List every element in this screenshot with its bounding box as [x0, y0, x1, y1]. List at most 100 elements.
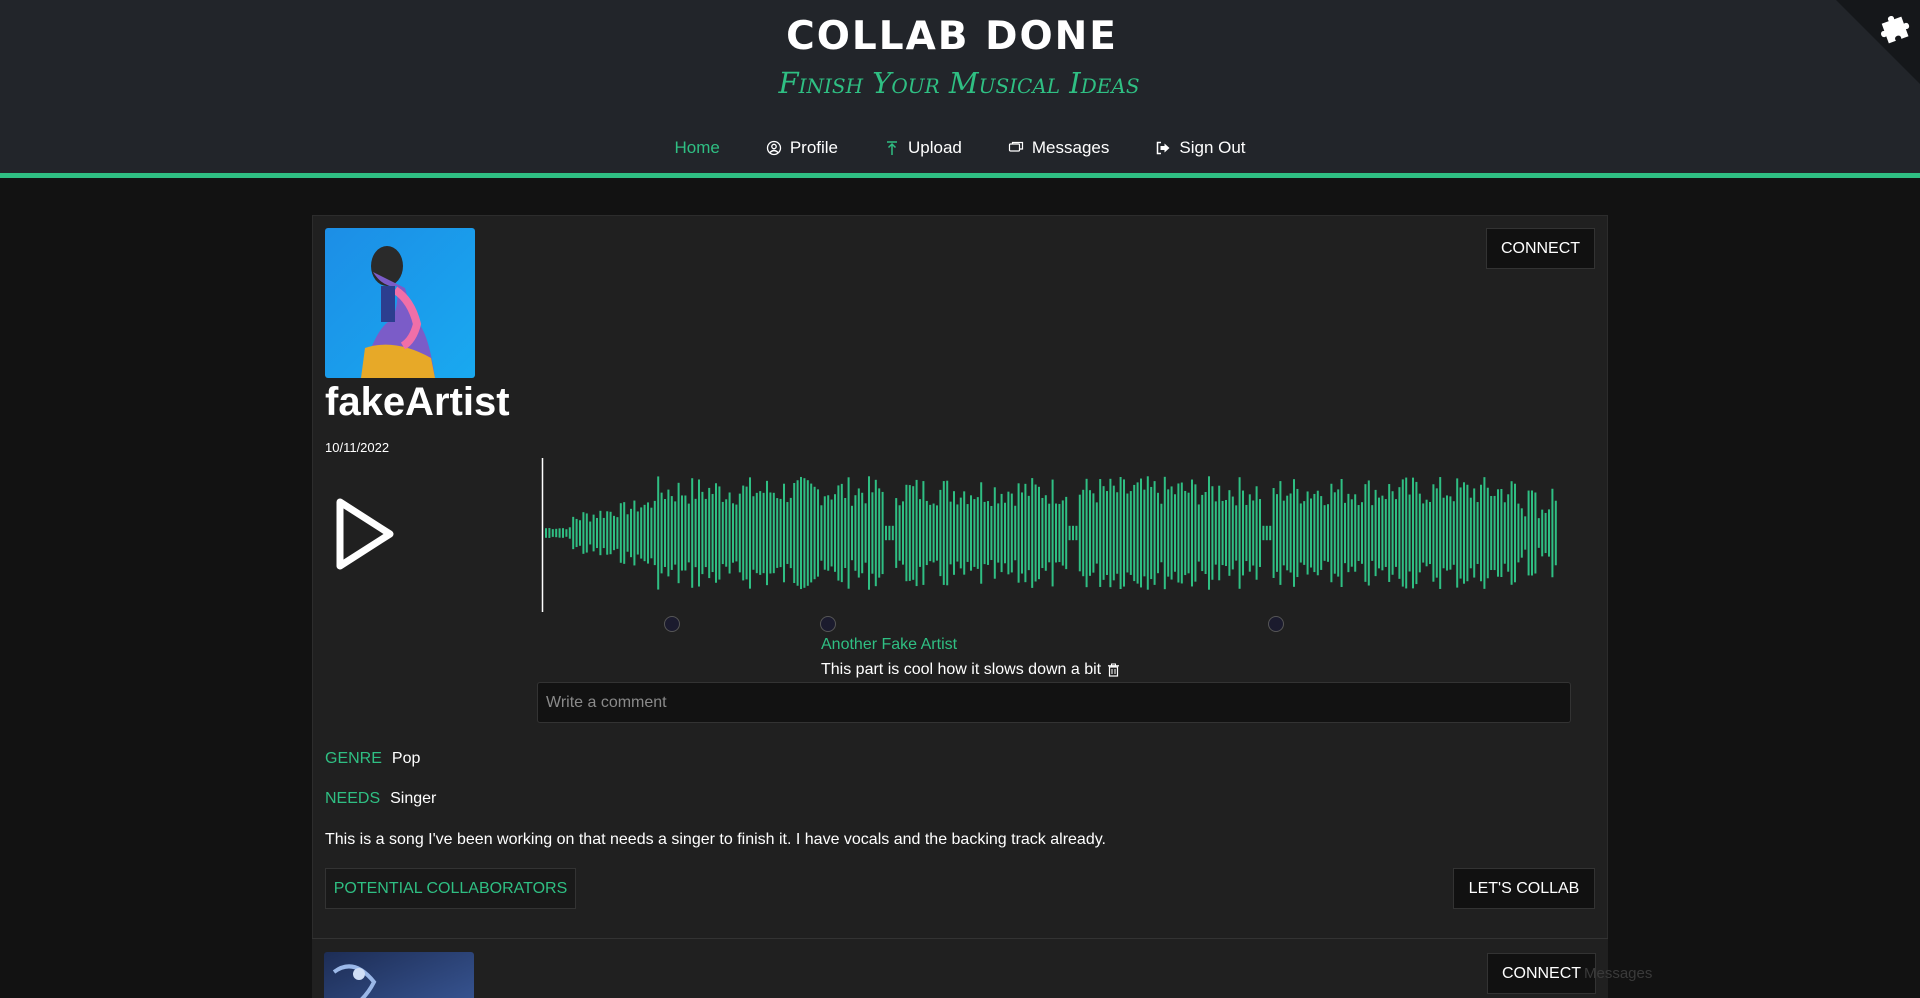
- waveform-bar: [1136, 482, 1139, 584]
- waveform-bar: [912, 486, 915, 580]
- waveform-bar: [1106, 491, 1108, 575]
- play-icon[interactable]: [335, 498, 395, 570]
- waveform-bar: [1055, 503, 1057, 563]
- post-date: 10/11/2022: [325, 440, 390, 455]
- waveform-bar: [653, 500, 656, 566]
- waveform-bar: [963, 491, 966, 575]
- waveform-bar: [1483, 477, 1486, 589]
- genre-row: GENRE Pop: [325, 750, 420, 768]
- waveform-bar: [1503, 502, 1506, 564]
- comment-marker[interactable]: [820, 616, 836, 632]
- waveform-bar: [1075, 525, 1078, 541]
- waveform-bar: [834, 494, 836, 572]
- waveform-bar: [650, 507, 653, 559]
- waveform-bar: [1289, 493, 1292, 573]
- waveform-bar: [1388, 484, 1391, 582]
- waveform-bar: [1510, 481, 1513, 585]
- waveform-bar: [878, 488, 881, 578]
- waveform-bar: [623, 502, 626, 564]
- waveform-bar: [1119, 476, 1122, 590]
- waveform-bar: [1361, 502, 1363, 564]
- waveform-bar: [1231, 496, 1234, 570]
- sign-out-icon: [1157, 141, 1170, 155]
- waveform-bar: [1507, 494, 1510, 572]
- waveform-bar: [579, 520, 581, 546]
- user-circle-icon: [766, 140, 781, 156]
- artist-avatar[interactable]: [324, 952, 474, 998]
- waveform-bar: [1180, 482, 1183, 584]
- waveform-bar: [939, 489, 942, 577]
- waveform-bar: [783, 483, 785, 583]
- waveform-bar: [1493, 495, 1496, 571]
- waveform-bar: [698, 479, 700, 587]
- lets-collab-button[interactable]: LET'S COLLAB: [1453, 868, 1595, 909]
- trash-icon[interactable]: [1107, 663, 1120, 677]
- waveform-bar: [949, 501, 952, 565]
- waveform-bar: [1272, 488, 1275, 578]
- nav-profile[interactable]: Profile: [766, 138, 838, 158]
- nav-home[interactable]: Home: [674, 138, 719, 158]
- connect-button[interactable]: CONNECT: [1486, 228, 1595, 269]
- waveform-bar: [1466, 484, 1469, 582]
- waveform-bar: [820, 505, 823, 561]
- comment-marker[interactable]: [1268, 616, 1284, 632]
- waveform-bar: [837, 485, 840, 581]
- waveform-bar: [548, 528, 551, 538]
- github-corner[interactable]: [1836, 0, 1920, 84]
- waveform-bar: [555, 528, 558, 538]
- waveform-bar: [959, 497, 962, 569]
- waveform-bar: [1248, 494, 1251, 572]
- waveform-bar: [759, 491, 762, 575]
- messages-drawer-tab[interactable]: Messages: [1584, 965, 1652, 982]
- artist-avatar[interactable]: [325, 228, 475, 378]
- waveform-bar: [647, 502, 649, 564]
- waveform-bar: [1153, 481, 1156, 585]
- waveform-bar: [613, 515, 615, 551]
- waveform-bar: [1418, 493, 1421, 573]
- nav-upload[interactable]: Upload: [884, 138, 962, 158]
- comment-author[interactable]: Another Fake Artist: [821, 636, 957, 654]
- waveform-bar: [885, 525, 887, 541]
- waveform-bar: [1554, 500, 1557, 566]
- nav-signout[interactable]: Sign Out: [1155, 138, 1246, 158]
- comment-input[interactable]: [537, 682, 1571, 723]
- waveform-bar: [1520, 508, 1523, 558]
- comment-text: This part is cool how it slows down a bi…: [821, 661, 1102, 678]
- waveform-bar: [1337, 489, 1340, 577]
- potential-collaborators-button[interactable]: POTENTIAL COLLABORATORS: [325, 868, 576, 909]
- waveform-bar: [1381, 495, 1384, 571]
- comment-marker[interactable]: [664, 616, 680, 632]
- audio-waveform[interactable]: [541, 458, 1561, 616]
- waveform-bar: [1395, 499, 1397, 567]
- waveform-bar: [1129, 491, 1132, 575]
- waveform-bar: [1425, 499, 1428, 567]
- waveform-bar: [1194, 484, 1197, 582]
- waveform-bar: [1354, 494, 1357, 572]
- waveform-bar: [1160, 503, 1163, 563]
- waveform-bar: [817, 489, 819, 577]
- genre-value: Pop: [391, 750, 421, 767]
- waveform-bar: [640, 507, 643, 559]
- waveform-bar: [704, 498, 707, 568]
- waveform-bar: [1286, 495, 1289, 571]
- waveform-bar: [1534, 492, 1537, 574]
- waveform-bar: [1293, 479, 1295, 587]
- waveform-bar: [1225, 499, 1227, 567]
- waveform-bar: [1476, 502, 1479, 564]
- artist-username[interactable]: fakeArtist: [325, 380, 510, 425]
- waveform-bar: [1099, 479, 1102, 587]
- waveform-bar: [681, 495, 683, 571]
- waveform-bar: [908, 485, 911, 581]
- waveform-bar: [1078, 494, 1081, 572]
- waveform-bar: [1299, 503, 1302, 563]
- waveform-bar: [657, 476, 660, 590]
- waveform-bar: [919, 499, 921, 567]
- waveform-bar: [1102, 486, 1105, 580]
- waveform-bar: [1058, 503, 1061, 563]
- connect-button[interactable]: CONNECT: [1487, 953, 1596, 994]
- needs-value: Singer: [390, 790, 437, 807]
- waveform-bar: [1398, 487, 1401, 579]
- waveform-bar: [715, 483, 717, 583]
- waveform-bar: [1310, 498, 1312, 568]
- nav-messages[interactable]: Messages: [1008, 138, 1109, 158]
